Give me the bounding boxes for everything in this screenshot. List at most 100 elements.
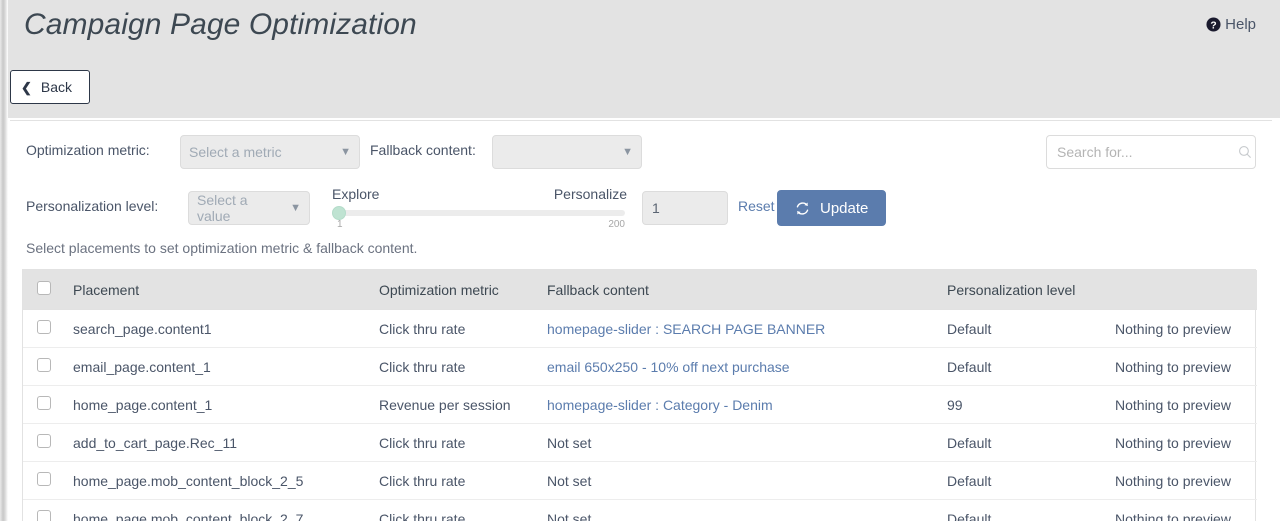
cell-placement: add_to_cart_page.Rec_11 xyxy=(65,423,371,462)
cell-preview: Nothing to preview xyxy=(1107,499,1257,521)
placements-table: Placement Optimization metric Fallback c… xyxy=(22,269,1257,521)
main-panel: Optimization metric: Select a metric ▼ F… xyxy=(10,120,1272,521)
cell-personalization-level: Default xyxy=(939,423,1107,462)
optimization-metric-value: Select a metric xyxy=(189,144,282,160)
cell-preview: Nothing to preview xyxy=(1107,385,1257,424)
table-row[interactable]: home_page.mob_content_block_2_7 Click thr… xyxy=(23,499,1257,521)
cell-placement: email_page.content_1 xyxy=(65,347,371,386)
column-header-personalization-level: Personalization level xyxy=(947,281,1076,298)
row-select-cell xyxy=(23,499,65,521)
back-button[interactable]: ❮ Back xyxy=(10,70,90,104)
cell-placement: search_page.content1 xyxy=(65,309,371,348)
chevron-down-icon: ▼ xyxy=(290,202,301,214)
select-all-header xyxy=(23,270,65,310)
cell-fallback-content: Not set xyxy=(539,423,939,462)
cell-optimization-metric: Click thru rate xyxy=(371,423,539,462)
search-box[interactable] xyxy=(1046,135,1256,169)
table-row[interactable]: home_page.content_1 Revenue per session ho… xyxy=(23,385,1257,424)
help-link[interactable]: ? Help xyxy=(1206,16,1256,33)
table-row[interactable]: email_page.content_1 Click thru rate email… xyxy=(23,347,1257,386)
cell-optimization-metric: Click thru rate xyxy=(371,309,539,348)
row-checkbox[interactable] xyxy=(37,434,51,448)
row-select-cell xyxy=(23,385,65,424)
cell-optimization-metric: Revenue per session xyxy=(371,385,539,424)
left-edge-shadow xyxy=(0,0,8,521)
filters-row-2: Personalization level: Select a value ▼ … xyxy=(10,177,1272,233)
question-circle-icon: ? xyxy=(1206,17,1221,32)
cell-personalization-level: 99 xyxy=(939,385,1107,424)
row-select-cell xyxy=(23,309,65,348)
cell-placement: home_page.content_1 xyxy=(65,385,371,424)
row-select-cell xyxy=(23,461,65,500)
row-checkbox[interactable] xyxy=(37,472,51,486)
slider-track[interactable] xyxy=(337,210,625,216)
cell-personalization-level: Default xyxy=(939,461,1107,500)
cell-preview: Nothing to preview xyxy=(1107,309,1257,348)
table-row[interactable]: home_page.mob_content_block_2_5 Click thr… xyxy=(23,461,1257,500)
row-checkbox[interactable] xyxy=(37,320,51,334)
cell-preview: Nothing to preview xyxy=(1107,423,1257,462)
cell-fallback-content-link[interactable]: homepage-slider : SEARCH PAGE BANNER xyxy=(547,321,825,337)
table-header-row: Placement Optimization metric Fallback c… xyxy=(23,270,1257,310)
select-all-checkbox[interactable] xyxy=(37,281,51,295)
svg-text:?: ? xyxy=(1210,20,1216,31)
cell-fallback-content[interactable]: homepage-slider : Category - Denim xyxy=(539,385,939,424)
back-label: Back xyxy=(40,79,73,95)
cell-preview: Nothing to preview xyxy=(1107,347,1257,386)
chevron-left-icon: ❮ xyxy=(21,79,32,95)
cell-personalization-level: Default xyxy=(939,499,1107,521)
cell-preview: Nothing to preview xyxy=(1107,461,1257,500)
personalization-value-input[interactable] xyxy=(642,191,728,225)
reset-link[interactable]: Reset xyxy=(738,198,775,214)
row-select-cell xyxy=(23,423,65,462)
cell-optimization-metric: Click thru rate xyxy=(371,347,539,386)
search-input[interactable] xyxy=(1057,144,1238,160)
personalization-level-label: Personalization level: xyxy=(26,198,159,214)
update-label: Update xyxy=(820,199,869,217)
optimization-metric-select[interactable]: Select a metric ▼ xyxy=(180,135,360,169)
cell-fallback-content[interactable]: email 650x250 - 10% off next purchase xyxy=(539,347,939,386)
chevron-down-icon: ▼ xyxy=(340,146,351,158)
cell-fallback-content[interactable]: homepage-slider : SEARCH PAGE BANNER xyxy=(539,309,939,348)
cell-fallback-content-link[interactable]: email 650x250 - 10% off next purchase xyxy=(547,359,790,375)
search-icon xyxy=(1238,145,1252,159)
table-helper-text: Select placements to set optimization me… xyxy=(26,240,418,256)
optimization-metric-label: Optimization metric: xyxy=(26,142,150,158)
row-checkbox[interactable] xyxy=(37,510,51,521)
slider-end-labels: Explore Personalize xyxy=(332,186,627,202)
page-header: Campaign Page Optimization ? Help ❮ Back xyxy=(0,0,1280,118)
fallback-content-label: Fallback content: xyxy=(370,142,476,158)
cell-placement: home_page.mob_content_block_2_7 xyxy=(65,499,371,521)
column-header-optimization-metric: Optimization metric xyxy=(379,281,499,298)
row-checkbox[interactable] xyxy=(37,396,51,410)
row-select-cell xyxy=(23,347,65,386)
chevron-down-icon: ▼ xyxy=(622,146,633,158)
cell-personalization-level: Default xyxy=(939,309,1107,348)
slider-explore-label: Explore xyxy=(332,186,380,202)
slider-min-tick: 1 xyxy=(337,219,343,230)
table-body: search_page.content1 Click thru rate homep… xyxy=(23,309,1257,521)
cell-optimization-metric: Click thru rate xyxy=(371,461,539,500)
page-title: Campaign Page Optimization xyxy=(24,8,417,41)
help-label: Help xyxy=(1225,16,1256,33)
filters-row-1: Optimization metric: Select a metric ▼ F… xyxy=(10,121,1272,177)
slider-tick-labels: 1 200 xyxy=(337,219,625,230)
cell-fallback-content: Not set xyxy=(539,499,939,521)
table-row[interactable]: add_to_cart_page.Rec_11 Click thru rate No… xyxy=(23,423,1257,462)
fallback-content-select[interactable]: ▼ xyxy=(492,135,642,169)
column-header-fallback-content: Fallback content xyxy=(547,281,649,298)
cell-placement: home_page.mob_content_block_2_5 xyxy=(65,461,371,500)
explore-personalize-slider[interactable]: Explore Personalize 1 200 xyxy=(332,177,627,233)
update-button[interactable]: Update xyxy=(777,190,887,226)
personalization-level-select[interactable]: Select a value ▼ xyxy=(188,191,310,225)
cell-fallback-content: Not set xyxy=(539,461,939,500)
table-row[interactable]: search_page.content1 Click thru rate homep… xyxy=(23,309,1257,348)
slider-personalize-label: Personalize xyxy=(553,186,627,202)
cell-fallback-content-link[interactable]: homepage-slider : Category - Denim xyxy=(547,397,773,413)
slider-handle[interactable] xyxy=(332,206,346,220)
slider-max-tick: 200 xyxy=(608,219,625,230)
cell-optimization-metric: Click thru rate xyxy=(371,499,539,521)
row-checkbox[interactable] xyxy=(37,358,51,372)
cell-personalization-level: Default xyxy=(939,347,1107,386)
personalization-level-value: Select a value xyxy=(197,192,248,224)
